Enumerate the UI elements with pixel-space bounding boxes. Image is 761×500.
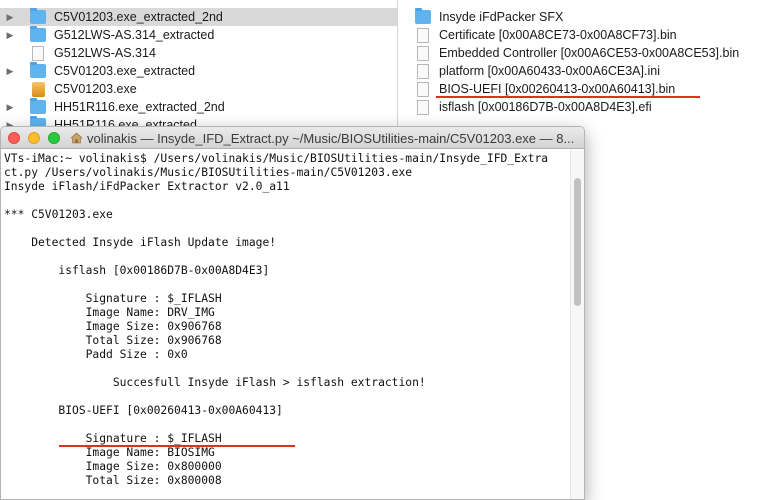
- document-icon: [417, 81, 429, 97]
- folder-icon: [30, 26, 46, 42]
- finder-item-label: G512LWS-AS.314: [54, 46, 156, 60]
- finder-item-label: isflash [0x00186D7B-0x00A8D4E3].efi: [439, 100, 652, 114]
- terminal-line: Signature : $_IFLASH: [4, 432, 222, 445]
- document-icon: [417, 27, 429, 43]
- finder-row-isflash[interactable]: isflash [0x00186D7B-0x00A8D4E3].efi: [399, 98, 761, 116]
- finder-item-label: C5V01203.exe: [54, 82, 137, 96]
- folder-icon: [30, 98, 46, 114]
- terminal-line: VTs-iMac:~ volinakis$ /Users/volinakis/M…: [4, 152, 549, 165]
- disclosure-triangle-icon[interactable]: ▶: [4, 30, 16, 41]
- terminal-line: Image Name: DRV_IMG: [4, 306, 215, 319]
- close-window-button[interactable]: [8, 132, 20, 144]
- finder-item-label: platform [0x00A60433-0x00A6CE3A].ini: [439, 64, 660, 78]
- finder-row-certificate[interactable]: Certificate [0x00A8CE73-0x00A8CF73].bin: [399, 26, 761, 44]
- executable-icon: [32, 81, 45, 97]
- terminal-line: Total Size: 0x906768: [4, 334, 222, 347]
- document-icon: [32, 45, 44, 61]
- terminal-line: Padd Size : 0x0: [4, 348, 188, 361]
- disclosure-triangle-icon[interactable]: ▶: [4, 12, 16, 23]
- finder-item-label: HH51R116.exe_extracted_2nd: [54, 100, 225, 114]
- finder-row-ifdpacker-sfx[interactable]: Insyde iFdPacker SFX: [399, 8, 761, 26]
- finder-row-c5v01203-exe[interactable]: C5V01203.exe: [0, 80, 397, 98]
- terminal-line: *** C5V01203.exe: [4, 208, 113, 221]
- disclosure-triangle-icon[interactable]: ▶: [4, 66, 16, 77]
- terminal-line: Image Name: BIOSIMG: [4, 446, 215, 459]
- annotation-underline-finder: [436, 96, 700, 98]
- finder-item-label: G512LWS-AS.314_extracted: [54, 28, 215, 42]
- terminal-line: Image Size: 0x800000: [4, 460, 222, 473]
- finder-item-label: C5V01203.exe_extracted: [54, 64, 196, 78]
- folder-icon: [30, 8, 46, 24]
- terminal-line: Total Size: 0x800008: [4, 474, 222, 487]
- terminal-titlebar[interactable]: volinakis — Insyde_IFD_Extract.py ~/Musi…: [1, 127, 584, 149]
- folder-icon: [30, 62, 46, 78]
- terminal-window[interactable]: volinakis — Insyde_IFD_Extract.py ~/Musi…: [0, 126, 585, 500]
- terminal-line: Signature : $_IFLASH: [4, 292, 222, 305]
- finder-item-label: C5V01203.exe_extracted_2nd: [54, 10, 223, 24]
- window-title: volinakis — Insyde_IFD_Extract.py ~/Musi…: [87, 131, 575, 146]
- finder-item-label: Insyde iFdPacker SFX: [439, 10, 564, 24]
- terminal-line: ct.py /Users/volinakis/Music/BIOSUtiliti…: [4, 166, 413, 179]
- terminal-scrollbar[interactable]: [570, 150, 584, 499]
- terminal-line: Detected Insyde iFlash Update image!: [4, 236, 277, 249]
- finder-item-label: Embedded Controller [0x00A6CE53-0x00A8CE…: [439, 46, 740, 60]
- terminal-line: BIOS-UEFI [0x00260413-0x00A60413]: [4, 404, 283, 417]
- finder-row-g512lws[interactable]: G512LWS-AS.314: [0, 44, 397, 62]
- terminal-line: isflash [0x00186D7B-0x00A8D4E3]: [4, 264, 270, 277]
- document-icon: [417, 63, 429, 79]
- document-icon: [417, 99, 429, 115]
- finder-row-embedded-controller[interactable]: Embedded Controller [0x00A6CE53-0x00A8CE…: [399, 44, 761, 62]
- terminal-line: Insyde iFlash/iFdPacker Extractor v2.0_a…: [4, 180, 290, 193]
- minimize-window-button[interactable]: [28, 132, 40, 144]
- annotation-underline-terminal: [59, 445, 295, 447]
- finder-row-c5v01203-extracted-2nd[interactable]: ▶ C5V01203.exe_extracted_2nd: [0, 8, 397, 26]
- finder-row-hh51r116-extracted-2nd[interactable]: ▶ HH51R116.exe_extracted_2nd: [0, 98, 397, 116]
- zoom-window-button[interactable]: [48, 132, 60, 144]
- scrollbar-thumb[interactable]: [574, 178, 581, 306]
- terminal-output[interactable]: VTs-iMac:~ volinakis$ /Users/volinakis/M…: [1, 150, 569, 499]
- document-icon: [417, 45, 429, 61]
- finder-row-c5v01203-extracted[interactable]: ▶ C5V01203.exe_extracted: [0, 62, 397, 80]
- terminal-line: Succesfull Insyde iFlash > isflash extra…: [4, 376, 426, 389]
- terminal-line: Image Size: 0x906768: [4, 320, 222, 333]
- disclosure-triangle-icon[interactable]: ▶: [4, 102, 16, 113]
- finder-row-platform[interactable]: platform [0x00A60433-0x00A6CE3A].ini: [399, 62, 761, 80]
- home-folder-icon: [70, 132, 83, 144]
- folder-icon: [415, 8, 431, 24]
- finder-row-g512lws-extracted[interactable]: ▶ G512LWS-AS.314_extracted: [0, 26, 397, 44]
- finder-item-label: Certificate [0x00A8CE73-0x00A8CF73].bin: [439, 28, 677, 42]
